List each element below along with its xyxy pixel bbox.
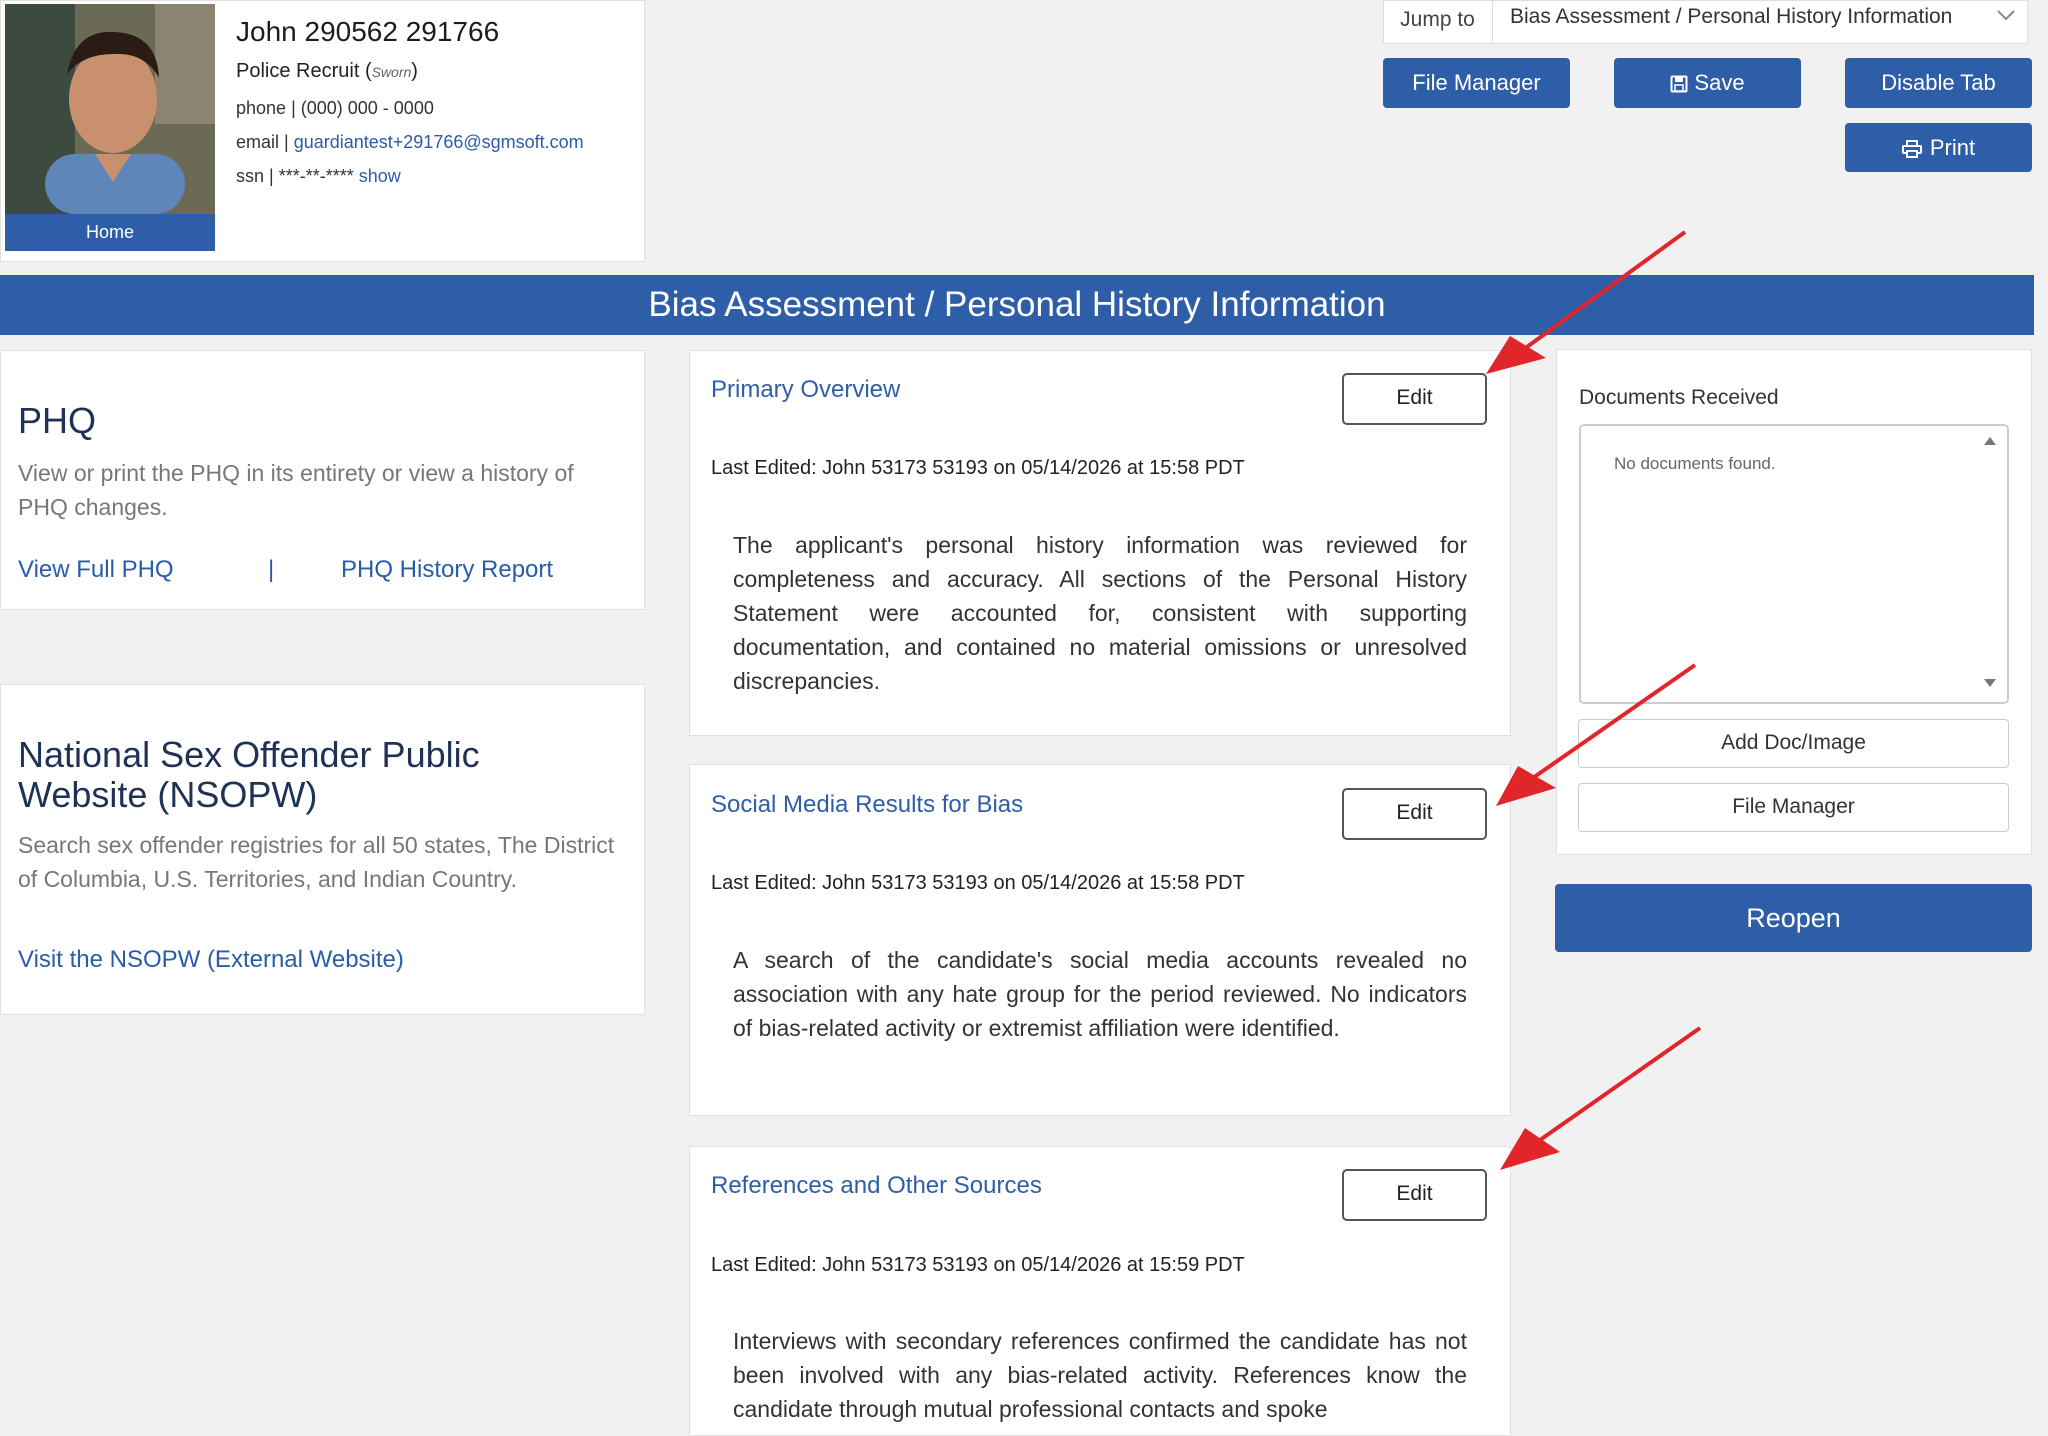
email-link[interactable]: guardiantest+291766@sgmsoft.com: [294, 132, 584, 152]
phone-value: (000) 000 - 0000: [300, 98, 434, 118]
link-separator: |: [268, 556, 275, 583]
profile-rank: Police Recruit: [236, 60, 360, 82]
reopen-button[interactable]: Reopen: [1555, 884, 2032, 952]
section-title: Social Media Results for Bias: [711, 791, 1024, 818]
section-body: A search of the candidate's social media…: [733, 947, 1467, 1041]
add-doc-image-button[interactable]: Add Doc/Image: [1578, 719, 2009, 768]
nsopw-external-link[interactable]: Visit the NSOPW (External Website): [18, 946, 404, 974]
section-title: Primary Overview: [711, 376, 901, 403]
ssn-label: ssn: [236, 166, 265, 186]
print-icon: [1901, 126, 1922, 175]
view-full-phq-link[interactable]: View Full PHQ: [18, 556, 174, 584]
edit-button[interactable]: Edit: [1342, 788, 1487, 840]
scroll-up-icon[interactable]: [1982, 434, 1998, 450]
jump-to-label: Jump to: [1383, 0, 1493, 44]
page-title: Bias Assessment / Personal History Infor…: [0, 275, 2034, 335]
jump-to-value[interactable]: Bias Assessment / Personal History Infor…: [1510, 0, 1952, 36]
home-button[interactable]: Home: [5, 214, 215, 251]
nsopw-title: National Sex Offender Public Website (NS…: [18, 734, 480, 815]
documents-title: Documents Received: [1579, 386, 1779, 409]
save-icon: [1670, 61, 1688, 111]
disable-tab-button[interactable]: Disable Tab: [1845, 58, 2032, 108]
documents-empty-message: No documents found.: [1614, 454, 1776, 473]
avatar[interactable]: [5, 4, 215, 214]
profile-title: Police Recruit (Sworn): [236, 60, 418, 82]
last-edited: Last Edited: John 53173 53193 on 05/14/2…: [711, 872, 1245, 894]
ssn-show-link[interactable]: show: [359, 166, 401, 186]
last-edited: Last Edited: John 53173 53193 on 05/14/2…: [711, 457, 1245, 479]
phq-title: PHQ: [18, 400, 97, 441]
phq-description: View or print the PHQ in its entirety or…: [18, 460, 574, 520]
scroll-down-icon[interactable]: [1982, 676, 1998, 692]
docs-file-manager-button[interactable]: File Manager: [1578, 783, 2009, 832]
section-title: References and Other Sources: [711, 1172, 1042, 1199]
phq-history-report-link[interactable]: PHQ History Report: [341, 556, 553, 584]
profile-ssn-row: ssn | ***-**-**** show: [236, 166, 401, 186]
last-edited: Last Edited: John 53173 53193 on 05/14/2…: [711, 1254, 1245, 1276]
save-label: Save: [1694, 70, 1745, 95]
save-button[interactable]: Save: [1614, 58, 1801, 108]
profile-phone-row: phone | (000) 000 - 0000: [236, 98, 434, 118]
edit-button[interactable]: Edit: [1342, 373, 1487, 425]
print-button[interactable]: Print: [1845, 123, 2032, 172]
section-body: Interviews with secondary references con…: [733, 1328, 1467, 1422]
ssn-value: ***-**-****: [278, 166, 354, 186]
file-manager-button[interactable]: File Manager: [1383, 58, 1570, 108]
chevron-down-icon[interactable]: [1996, 6, 2016, 27]
edit-button[interactable]: Edit: [1342, 1169, 1487, 1221]
profile-status-tag: Sworn: [371, 64, 412, 80]
section-body: The applicant's personal history informa…: [733, 532, 1467, 694]
print-label: Print: [1929, 135, 1976, 160]
profile-name: John 290562 291766: [236, 16, 500, 47]
nsopw-description: Search sex offender registries for all 5…: [18, 832, 615, 892]
phone-label: phone: [236, 98, 287, 118]
email-label: email: [236, 132, 280, 152]
profile-email-row: email | guardiantest+291766@sgmsoft.com: [236, 132, 584, 152]
